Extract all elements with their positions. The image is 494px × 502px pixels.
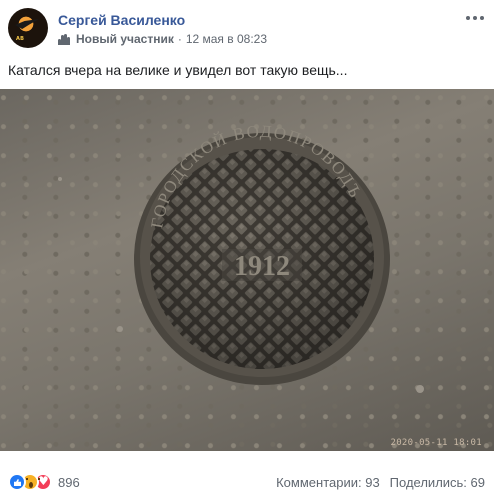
author-name[interactable]: Сергей Василенко [58, 12, 185, 28]
like-icon [8, 473, 26, 491]
meta-separator: · [177, 32, 182, 46]
post-text: Катался вчера на велике и увидел вот так… [8, 62, 348, 78]
new-member-icon [58, 33, 72, 45]
manhole-cover-image: ГОРОДСКОЙ ВОДОПРОВОДЪ 1912 [58, 122, 424, 393]
reaction-count[interactable]: 896 [58, 475, 80, 490]
post-card: AB Сергей Василенко Новый участник · 12 … [0, 0, 494, 502]
post-photo[interactable]: ГОРОДСКОЙ ВОДОПРОВОДЪ 1912 2020-05-11 18… [0, 89, 494, 451]
comments-count[interactable]: Комментарии: 93 [276, 475, 380, 490]
more-options-icon[interactable] [466, 16, 484, 22]
new-member-badge[interactable]: Новый участник [76, 32, 174, 46]
avatar-bird-icon [15, 19, 39, 29]
post-meta: Новый участник · 12 мая в 08:23 [58, 32, 267, 46]
cover-year: 1912 [234, 251, 290, 282]
avatar[interactable]: AB [8, 8, 48, 48]
post-date[interactable]: 12 мая в 08:23 [186, 32, 267, 46]
avatar-text: AB [16, 36, 25, 42]
post-header: AB Сергей Василенко Новый участник · 12 … [8, 8, 486, 50]
post-stats: Комментарии: 93 Поделились: 69 [276, 475, 485, 490]
reactions-summary[interactable]: 896 [8, 473, 80, 491]
post-footer: 896 Комментарии: 93 Поделились: 69 [0, 460, 494, 502]
shares-count[interactable]: Поделились: 69 [390, 475, 485, 490]
photo-timestamp: 2020-05-11 18:01 [390, 438, 482, 448]
